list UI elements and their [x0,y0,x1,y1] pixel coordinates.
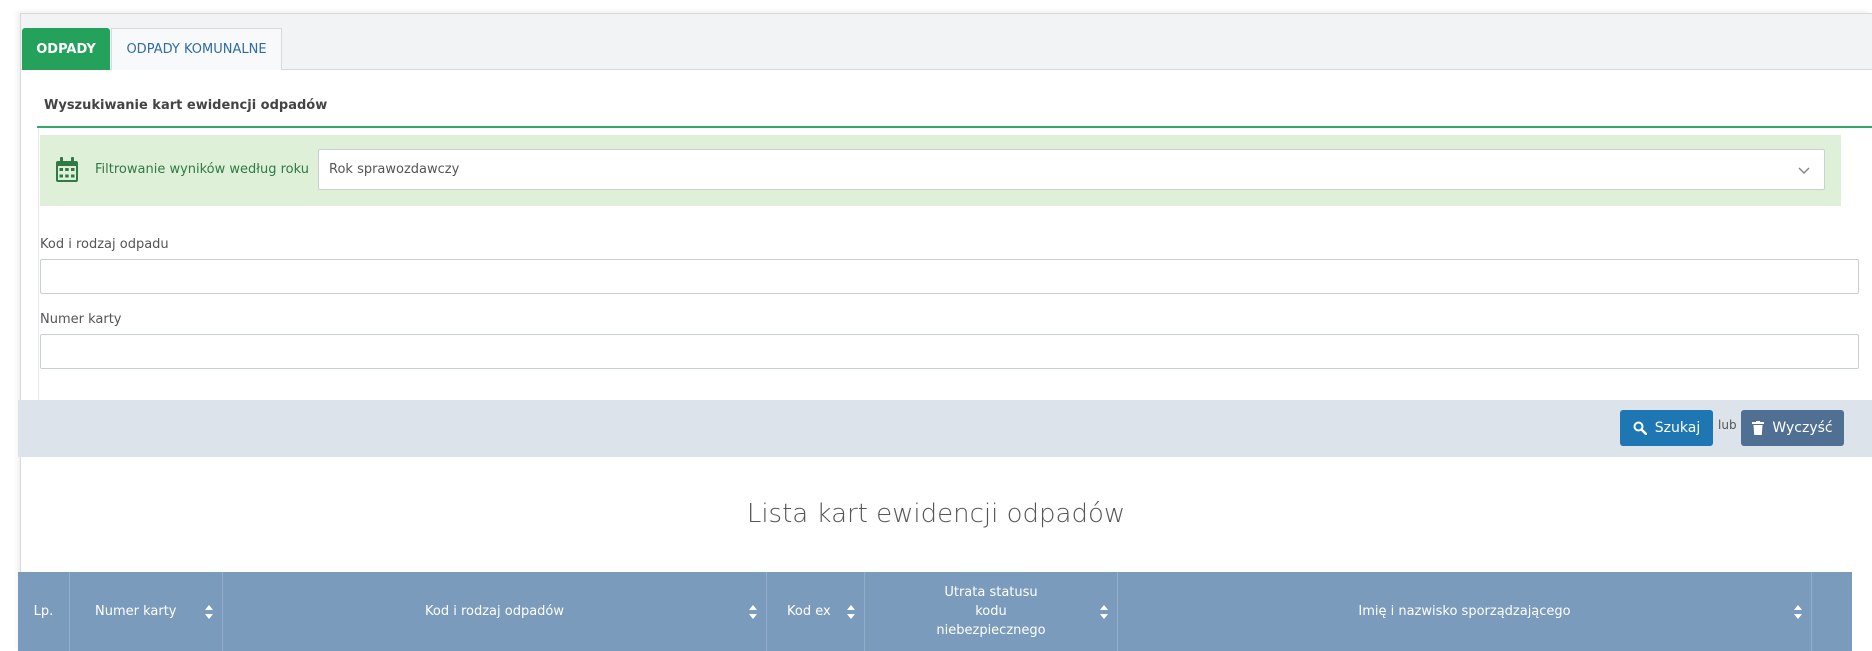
table-header: Lp. Numer karty Kod i rodzaj odpadów Kod… [18,572,1852,651]
search-button[interactable]: Szukaj [1620,410,1713,446]
column-header-label: Lp. [33,604,54,619]
sort-icon [1100,604,1108,619]
column-header-waste-code[interactable]: Kod i rodzaj odpadów [223,572,767,651]
waste-code-label: Kod i rodzaj odpadu [40,237,169,252]
tab-odpady[interactable]: ODPADY [22,28,110,70]
column-header-label: Kod i rodzaj odpadów [424,604,565,619]
column-header-hazard-status[interactable]: Utrata statusu kodu niebezpiecznego [865,572,1118,651]
column-header-label: Kod ex [787,604,831,619]
column-header-lp: Lp. [18,572,70,651]
year-filter-label: Filtrowanie wyników według roku [95,162,309,177]
tab-odpady-komunalne[interactable]: ODPADY KOMUNALNE [111,28,282,70]
year-filter-row: Filtrowanie wyników według roku Rok spra… [40,135,1841,206]
column-header-author-name[interactable]: Imię i nazwisko sporządzającego [1118,572,1812,651]
column-header-card-number[interactable]: Numer karty [70,572,223,651]
main-panel: ODPADY ODPADY KOMUNALNE Wyszukiwanie kar… [20,13,1872,651]
search-section-title: Wyszukiwanie kart ewidencji odpadów [44,98,328,113]
waste-code-input[interactable] [40,259,1859,294]
card-number-input[interactable] [40,334,1859,369]
sort-icon [1794,604,1802,619]
column-header-label: Imię i nazwisko sporządzającego [1358,604,1571,619]
search-button-label: Szukaj [1654,420,1701,436]
clear-button-label: Wyczyść [1772,420,1833,436]
list-title: Lista kart ewidencji odpadów [746,499,1126,529]
sort-icon [749,604,757,619]
column-header-actions [1812,572,1852,651]
column-header-code-ex[interactable]: Kod ex [767,572,865,651]
tabs-bar: ODPADY ODPADY KOMUNALNE [21,14,1872,70]
card-number-label: Numer karty [40,312,122,327]
clear-button[interactable]: Wyczyść [1741,410,1844,446]
sort-icon [205,604,213,619]
search-icon [1633,421,1647,435]
column-header-label: Numer karty [95,604,177,619]
calendar-icon [56,157,78,182]
year-select-placeholder: Rok sprawozdawczy [329,162,460,177]
search-actions-bar: Szukaj lub Wyczyść [18,400,1872,457]
trash-icon [1752,421,1765,435]
year-select[interactable]: Rok sprawozdawczy [318,149,1825,190]
column-header-label: Utrata statusu kodu niebezpiecznego [936,585,1046,638]
sort-icon [847,604,855,619]
or-separator: lub [1718,418,1737,432]
chevron-down-icon [1798,167,1810,175]
